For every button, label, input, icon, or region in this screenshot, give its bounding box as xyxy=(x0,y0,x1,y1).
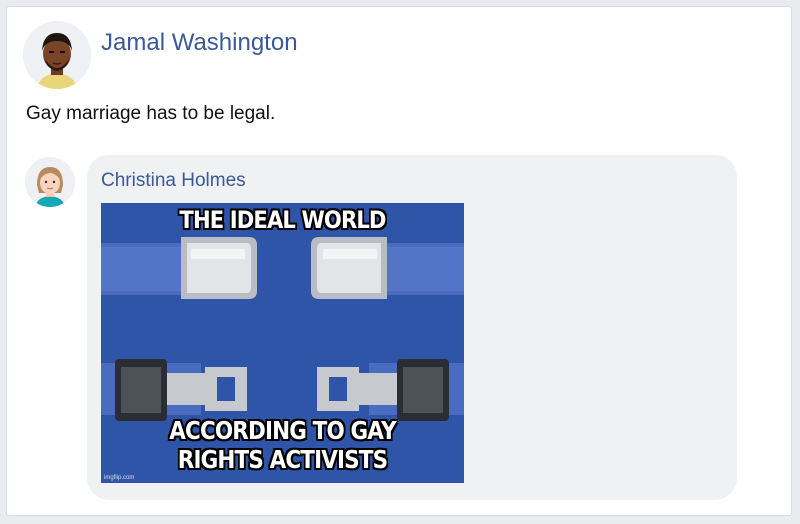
post-text: Gay marriage has to be legal. xyxy=(26,103,276,124)
meme-watermark: imgflip.com xyxy=(104,475,135,481)
reply-author-name[interactable]: Christina Holmes xyxy=(101,170,246,192)
woman-avatar-icon xyxy=(25,157,75,207)
author-avatar[interactable] xyxy=(23,21,91,89)
meme-bottom-caption: ACCORDING TO GAY RIGHTS ACTIVISTS xyxy=(126,416,438,474)
post-card: Jamal Washington Gay marriage has to be … xyxy=(6,6,792,516)
meme-image[interactable]: THE IDEAL WORLD ACCORDING TO GAY RIGHTS … xyxy=(101,203,464,483)
man-avatar-icon xyxy=(23,21,91,89)
reply-author-avatar[interactable] xyxy=(25,157,75,207)
meme-bottom-line-1: ACCORDING TO GAY xyxy=(169,416,396,445)
post-author-name[interactable]: Jamal Washington xyxy=(101,29,298,57)
meme-top-caption: THE IDEAL WORLD xyxy=(179,206,386,234)
reply-bubble: Christina Holmes THE IDEAL WORLD ACCORDI… xyxy=(87,155,737,500)
meme-bottom-line-2: RIGHTS ACTIVISTS xyxy=(177,445,388,474)
